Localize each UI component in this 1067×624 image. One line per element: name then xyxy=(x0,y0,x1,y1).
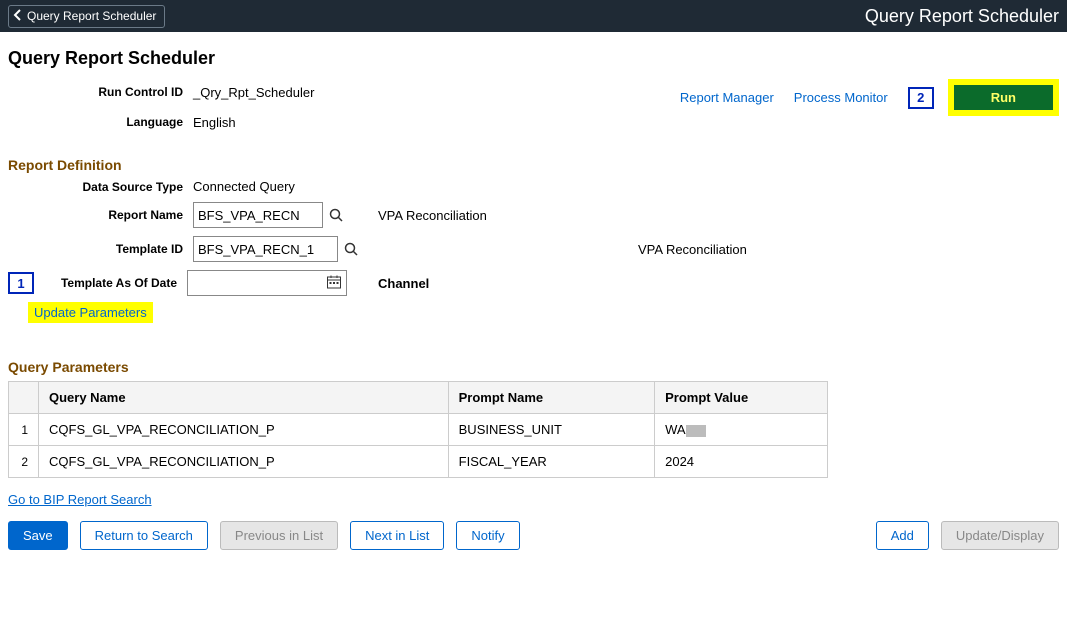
language-value: English xyxy=(193,115,236,130)
template-id-input[interactable] xyxy=(193,236,338,262)
row-query-name: CQFS_GL_VPA_RECONCILIATION_P xyxy=(39,414,449,446)
template-id-label: Template ID xyxy=(8,242,193,256)
redacted-text xyxy=(686,425,706,437)
save-button[interactable]: Save xyxy=(8,521,68,550)
table-row: 1 CQFS_GL_VPA_RECONCILIATION_P BUSINESS_… xyxy=(9,414,828,446)
run-button[interactable]: Run xyxy=(954,85,1053,110)
report-definition-header: Report Definition xyxy=(8,157,1059,173)
col-prompt-value: Prompt Value xyxy=(655,382,828,414)
back-button[interactable]: Query Report Scheduler xyxy=(8,5,165,28)
notify-button[interactable]: Notify xyxy=(456,521,519,550)
run-control-id-value: _Qry_Rpt_Scheduler xyxy=(193,85,314,100)
row-prompt-value: WA xyxy=(655,414,828,446)
channel-label: Channel xyxy=(378,276,638,291)
row-prompt-name: BUSINESS_UNIT xyxy=(448,414,654,446)
report-manager-link[interactable]: Report Manager xyxy=(680,90,774,105)
table-row: 2 CQFS_GL_VPA_RECONCILIATION_P FISCAL_YE… xyxy=(9,446,828,478)
row-idx: 1 xyxy=(9,414,39,446)
run-highlight: Run xyxy=(948,79,1059,116)
col-prompt-name: Prompt Name xyxy=(448,382,654,414)
data-source-type-value: Connected Query xyxy=(193,179,295,194)
template-asof-label: Template As Of Date xyxy=(40,276,187,290)
language-label: Language xyxy=(8,115,193,129)
process-monitor-link[interactable]: Process Monitor xyxy=(794,90,888,105)
run-control-id-label: Run Control ID xyxy=(8,85,193,99)
update-parameters-highlight: Update Parameters xyxy=(28,302,153,323)
query-parameters-table: Query Name Prompt Name Prompt Value 1 CQ… xyxy=(8,381,828,478)
template-id-lookup-icon[interactable] xyxy=(344,242,358,256)
banner-title: Query Report Scheduler xyxy=(865,6,1059,27)
update-display-button: Update/Display xyxy=(941,521,1059,550)
template-id-desc: VPA Reconciliation xyxy=(638,242,1059,257)
callout-1: 1 xyxy=(8,272,34,294)
next-in-list-button[interactable]: Next in List xyxy=(350,521,444,550)
back-button-label: Query Report Scheduler xyxy=(27,9,156,23)
row-query-name: CQFS_GL_VPA_RECONCILIATION_P xyxy=(39,446,449,478)
col-query-name: Query Name xyxy=(39,382,449,414)
report-name-input[interactable] xyxy=(193,202,323,228)
row-prompt-value: 2024 xyxy=(655,446,828,478)
template-asof-input[interactable] xyxy=(188,274,322,293)
page-title: Query Report Scheduler xyxy=(8,48,1059,69)
query-parameters-header: Query Parameters xyxy=(8,359,1059,375)
chevron-left-icon xyxy=(13,9,27,24)
report-name-lookup-icon[interactable] xyxy=(329,208,343,222)
report-name-label: Report Name xyxy=(8,208,193,222)
previous-in-list-button: Previous in List xyxy=(220,521,338,550)
row-idx: 2 xyxy=(9,446,39,478)
callout-2: 2 xyxy=(908,87,934,109)
report-name-desc: VPA Reconciliation xyxy=(378,208,638,223)
row-prompt-name: FISCAL_YEAR xyxy=(448,446,654,478)
data-source-type-label: Data Source Type xyxy=(8,180,193,194)
add-button[interactable]: Add xyxy=(876,521,929,550)
update-parameters-link[interactable]: Update Parameters xyxy=(34,305,147,320)
return-to-search-button[interactable]: Return to Search xyxy=(80,521,208,550)
calendar-icon[interactable] xyxy=(322,274,346,293)
bip-report-search-link[interactable]: Go to BIP Report Search xyxy=(8,492,152,507)
